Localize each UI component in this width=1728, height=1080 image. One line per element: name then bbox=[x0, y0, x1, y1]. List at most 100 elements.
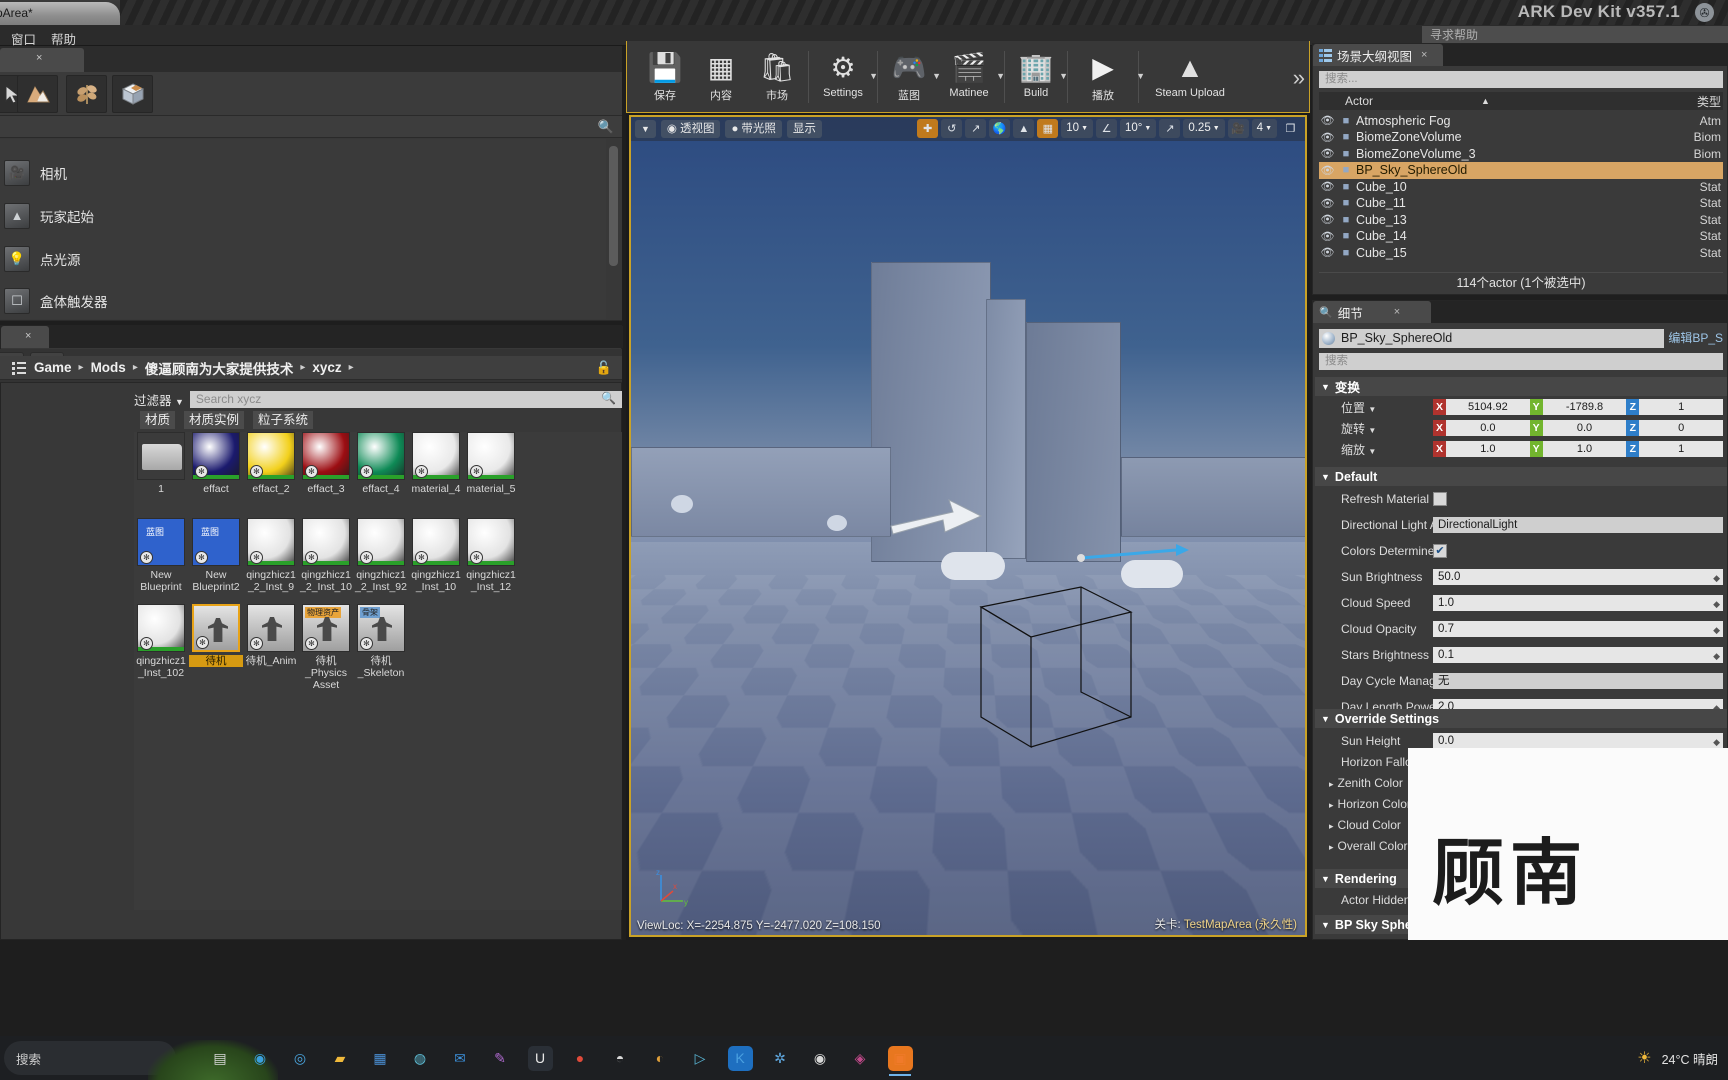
asset-item[interactable]: ✻ material_4 bbox=[409, 432, 463, 495]
checkbox[interactable]: ✔ bbox=[1433, 544, 1447, 558]
prop-value[interactable]: 0.0 ◆ bbox=[1433, 733, 1727, 749]
unreal-editor-icon[interactable]: U bbox=[520, 1038, 560, 1078]
asset-item[interactable]: 物理资产 ✻ 待机_Physics Asset bbox=[299, 604, 353, 691]
close-icon[interactable]: × bbox=[36, 52, 42, 64]
media-app-icon[interactable]: ◓ bbox=[600, 1038, 640, 1078]
outliner-row[interactable]: 👁 ■ Cube_13 Stat bbox=[1319, 211, 1723, 228]
prop-label[interactable]: 旋转 ▼ bbox=[1315, 420, 1433, 437]
scale-snap-icon[interactable]: ↗ bbox=[1159, 119, 1181, 138]
place-search-row[interactable]: 🔍 bbox=[0, 116, 622, 138]
edge-dev-icon[interactable]: ◉ bbox=[240, 1038, 280, 1078]
world-space-icon[interactable]: 🌎 bbox=[989, 119, 1011, 138]
triangle-right-icon[interactable]: ▸ bbox=[1329, 821, 1334, 831]
axis-y-field[interactable]: -1789.8 bbox=[1542, 399, 1627, 415]
triangle-right-icon[interactable]: ▸ bbox=[1329, 779, 1334, 789]
place-item-camera[interactable]: 🎥 相机 bbox=[0, 151, 606, 194]
place-actors-list[interactable]: 🎥 相机 ▲ 玩家起始 💡 点光源 ☐ 盒体触发器 bbox=[0, 139, 606, 319]
asset-item[interactable]: ✻ 待机_Anim bbox=[244, 604, 298, 667]
mode-button-landscape[interactable] bbox=[17, 75, 58, 113]
video-app-icon[interactable]: ▷ bbox=[680, 1038, 720, 1078]
asset-item[interactable]: ✻ qingzhicz1_2_Inst_10 bbox=[299, 518, 353, 593]
outliner-row[interactable]: 👁 ■ Cube_14 Stat bbox=[1319, 228, 1723, 245]
mail-icon[interactable]: ✉ bbox=[440, 1038, 480, 1078]
toolbar-play-button[interactable]: ▶ 播放 ▼ bbox=[1071, 45, 1145, 109]
caret-down-icon[interactable]: ▼ bbox=[1368, 405, 1376, 414]
asset-item[interactable]: ✻ qingzhicz1_2_Inst_92 bbox=[354, 518, 408, 593]
visibility-eye-icon[interactable]: 👁 bbox=[1319, 197, 1336, 210]
maximize-icon[interactable]: ❐ bbox=[1280, 119, 1301, 138]
camera-speed-value[interactable]: 4 ▼ bbox=[1251, 119, 1277, 138]
prop-label[interactable]: 缩放 ▼ bbox=[1315, 441, 1433, 458]
spinner-icon[interactable]: ◆ bbox=[1713, 596, 1720, 612]
asset-item[interactable]: ✻ effact bbox=[189, 432, 243, 495]
caret-down-icon[interactable]: ▼ bbox=[1368, 426, 1376, 435]
devkit-app-icon[interactable]: ▣ bbox=[880, 1038, 920, 1078]
axis-x-field[interactable]: 5104.92 bbox=[1446, 399, 1530, 415]
breadcrumb-item-game[interactable]: Game bbox=[34, 360, 72, 375]
spinner-icon[interactable]: ◆ bbox=[1713, 622, 1720, 638]
caret-down-icon[interactable]: ▼ bbox=[1368, 447, 1376, 456]
visibility-eye-icon[interactable]: 👁 bbox=[1319, 147, 1336, 160]
axis-x-field[interactable]: 1.0 bbox=[1446, 441, 1530, 457]
toolbar-blueprint-button[interactable]: 🎮 蓝图 ▼ bbox=[881, 45, 941, 109]
toolbar-matinee-button[interactable]: 🎬 Matinee ▼ bbox=[937, 45, 1005, 109]
settings-app-icon[interactable]: ✲ bbox=[760, 1038, 800, 1078]
visibility-eye-icon[interactable]: 👁 bbox=[1319, 230, 1336, 243]
lock-icon[interactable]: 🔓 bbox=[596, 360, 612, 376]
spinner-icon[interactable]: ◆ bbox=[1713, 570, 1720, 586]
edge-icon[interactable]: ◎ bbox=[280, 1038, 320, 1078]
translate-icon[interactable]: ✚ bbox=[917, 119, 939, 138]
browser-icon[interactable]: ◍ bbox=[400, 1038, 440, 1078]
outliner-row[interactable]: 👁 ■ Cube_15 Stat bbox=[1319, 244, 1723, 261]
toolbar-content-button[interactable]: ▦ 内容 bbox=[693, 45, 749, 109]
chevron-double-right-icon[interactable]: » bbox=[1293, 65, 1305, 91]
tool-icon[interactable]: ✎ bbox=[480, 1038, 520, 1078]
place-item-box-trigger[interactable]: ☐ 盒体触发器 bbox=[0, 279, 606, 322]
chat-app-icon[interactable]: ◉ bbox=[800, 1038, 840, 1078]
actor-name-field[interactable]: BP_Sky_SphereOld bbox=[1319, 329, 1665, 348]
vector-input[interactable]: X 5104.92 Y -1789.8 Z 1 bbox=[1433, 399, 1724, 415]
outliner-search-input[interactable]: 搜索... bbox=[1319, 71, 1723, 88]
viewport-show-button[interactable]: 显示 bbox=[786, 120, 822, 138]
kugou-icon[interactable]: K bbox=[720, 1038, 760, 1078]
viewport-perspective-button[interactable]: ◉ 透视图 bbox=[660, 120, 721, 138]
chevron-down-icon[interactable]: ▼ bbox=[869, 71, 878, 81]
weather-label[interactable]: 24°C 晴朗 bbox=[1662, 1049, 1718, 1068]
outliner-row[interactable]: 👁 ■ Atmospheric Fog Atm bbox=[1319, 112, 1723, 129]
axis-y-field[interactable]: 0.0 bbox=[1542, 420, 1627, 436]
camera-speed-icon[interactable]: 🎥 bbox=[1227, 119, 1249, 138]
surface-snap-icon[interactable]: ▲ bbox=[1013, 119, 1035, 138]
vector-input[interactable]: X 1.0 Y 1.0 Z 1 bbox=[1433, 441, 1724, 457]
prop-value[interactable]: DirectionalLight bbox=[1433, 517, 1727, 533]
axis-z-field[interactable]: 1 bbox=[1639, 399, 1724, 415]
outliner-row[interactable]: 👁 ■ BiomeZoneVolume_3 Biom bbox=[1319, 145, 1723, 162]
asset-item[interactable]: ✻ qingzhicz1_Inst_10 bbox=[409, 518, 463, 593]
prop-value[interactable]: 0.1 ◆ bbox=[1433, 647, 1727, 663]
prop-value[interactable] bbox=[1433, 492, 1727, 506]
text-field[interactable]: 无 bbox=[1433, 673, 1723, 689]
scale-snap-value[interactable]: 0.25 ▼ bbox=[1183, 119, 1225, 138]
prop-value[interactable]: ✔ bbox=[1433, 544, 1727, 558]
visibility-eye-icon[interactable]: 👁 bbox=[1319, 131, 1336, 144]
prop-value[interactable]: 1.0 ◆ bbox=[1433, 595, 1727, 611]
filter-dropdown-button[interactable]: 过滤器 ▼ bbox=[134, 390, 184, 409]
outliner-row[interactable]: 👁 ■ Cube_11 Stat bbox=[1319, 195, 1723, 212]
paint-app-icon[interactable]: ◐ bbox=[640, 1038, 680, 1078]
asset-item[interactable]: 蓝图 ✻ New Blueprint2 bbox=[189, 518, 243, 593]
toolbar-marketplace-button[interactable]: 🛍 市场 bbox=[749, 45, 805, 109]
close-icon[interactable]: × bbox=[25, 330, 31, 342]
asset-item[interactable]: ✻ effact_2 bbox=[244, 432, 298, 495]
text-field[interactable]: DirectionalLight bbox=[1433, 517, 1723, 533]
document-tab[interactable]: pArea* bbox=[0, 2, 120, 25]
place-item-player-start[interactable]: ▲ 玩家起始 bbox=[0, 194, 606, 237]
triangle-right-icon[interactable]: ▸ bbox=[1329, 800, 1334, 810]
asset-item[interactable]: ✻ qingzhicz1_Inst_12 bbox=[464, 518, 518, 593]
edit-blueprint-link[interactable]: 编辑BP_S bbox=[1668, 329, 1723, 348]
viewport-menu-button[interactable]: ▼ bbox=[635, 120, 656, 138]
asset-item[interactable]: 骨架 ✻ 待机_Skeleton bbox=[354, 604, 408, 679]
type-filter-material[interactable]: 材质 bbox=[140, 411, 176, 429]
prop-value[interactable]: 0.7 ◆ bbox=[1433, 621, 1727, 637]
section-default[interactable]: ▼ Default bbox=[1315, 467, 1727, 486]
close-icon[interactable]: × bbox=[1394, 306, 1400, 318]
asset-item[interactable]: ✻ 待机 bbox=[189, 604, 243, 667]
